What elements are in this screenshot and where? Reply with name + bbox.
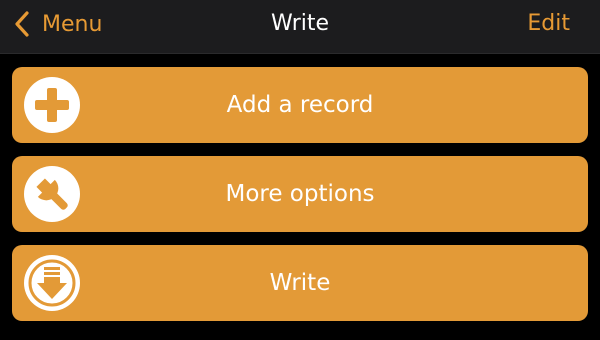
edit-button[interactable]: Edit [527,0,570,48]
navigation-bar: Menu Write Edit [0,0,600,54]
chevron-left-icon [14,10,30,38]
plus-circle-icon [22,75,82,135]
more-options-label: More options [225,181,375,207]
action-list: Add a record More options Write [12,67,588,334]
wrench-icon [22,164,82,224]
screen: Menu Write Edit Add a record More option… [0,0,600,340]
more-options-button[interactable]: More options [12,156,588,232]
add-record-label: Add a record [226,92,374,118]
add-record-button[interactable]: Add a record [12,67,588,143]
write-button[interactable]: Write [12,245,588,321]
write-label: Write [269,270,331,296]
back-label: Menu [42,11,103,37]
back-button[interactable]: Menu [14,0,102,48]
download-icon [22,253,82,313]
